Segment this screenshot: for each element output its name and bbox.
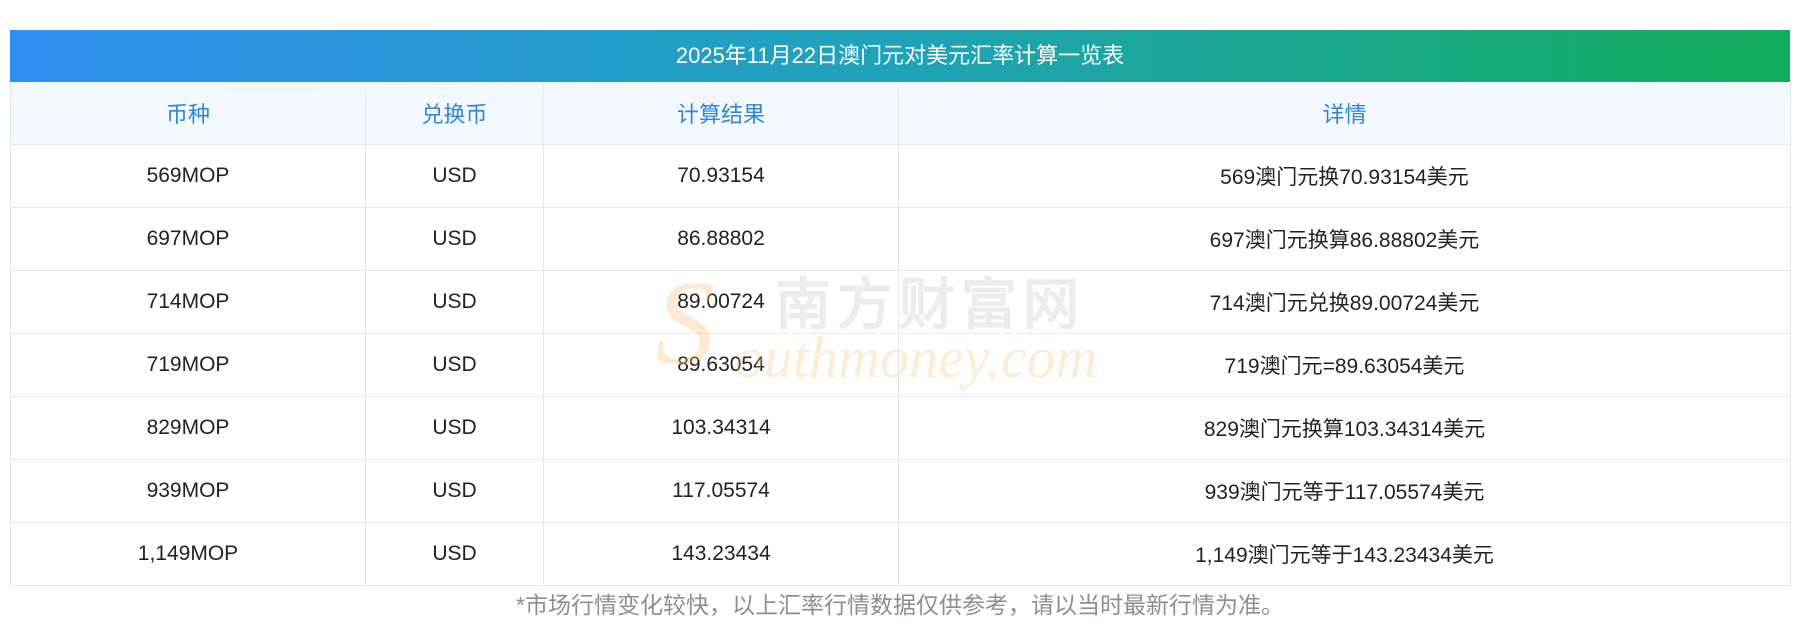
cell-result: 103.34314: [543, 396, 899, 460]
cell-currency: 939MOP: [10, 459, 366, 523]
cell-result: 89.00724: [543, 270, 899, 334]
table-row: 714MOP USD 89.00724 714澳门元兑换89.00724美元: [10, 270, 1791, 334]
exchange-table-container: 2025年11月22日澳门元对美元汇率计算一览表 币种 兑换币 计算结果 详情 …: [10, 30, 1791, 586]
cell-result: 70.93154: [543, 144, 899, 208]
cell-exchange-currency: USD: [365, 144, 544, 208]
table-title: 2025年11月22日澳门元对美元汇率计算一览表: [10, 30, 1790, 82]
cell-exchange-currency: USD: [365, 270, 544, 334]
table-row: 939MOP USD 117.05574 939澳门元等于117.05574美元: [10, 459, 1791, 523]
disclaimer-note: *市场行情变化较快，以上汇率行情数据仅供参考，请以当时最新行情为准。: [516, 592, 1284, 618]
cell-details: 569澳门元换70.93154美元: [898, 144, 1791, 208]
cell-currency: 697MOP: [10, 207, 366, 271]
cell-exchange-currency: USD: [365, 522, 544, 586]
cell-details: 697澳门元换算86.88802美元: [898, 207, 1791, 271]
cell-details: 1,149澳门元等于143.23434美元: [898, 522, 1791, 586]
cell-exchange-currency: USD: [365, 396, 544, 460]
exchange-rate-table: 币种 兑换币 计算结果 详情 569MOP USD 70.93154 569澳门…: [10, 82, 1791, 586]
table-row: 829MOP USD 103.34314 829澳门元换算103.34314美元: [10, 396, 1791, 460]
cell-exchange-currency: USD: [365, 333, 544, 397]
table-row: 719MOP USD 89.63054 719澳门元=89.63054美元: [10, 333, 1791, 397]
cell-details: 829澳门元换算103.34314美元: [898, 396, 1791, 460]
cell-result: 117.05574: [543, 459, 899, 523]
cell-details: 939澳门元等于117.05574美元: [898, 459, 1791, 523]
cell-currency: 569MOP: [10, 144, 366, 208]
cell-result: 86.88802: [543, 207, 899, 271]
table-row: 697MOP USD 86.88802 697澳门元换算86.88802美元: [10, 207, 1791, 271]
header-details: 详情: [898, 82, 1791, 145]
header-result: 计算结果: [543, 82, 899, 145]
table-header-row: 币种 兑换币 计算结果 详情: [10, 82, 1791, 145]
cell-exchange-currency: USD: [365, 207, 544, 271]
table-row: 569MOP USD 70.93154 569澳门元换70.93154美元: [10, 144, 1791, 208]
cell-result: 89.63054: [543, 333, 899, 397]
cell-currency: 1,149MOP: [10, 522, 366, 586]
cell-exchange-currency: USD: [365, 459, 544, 523]
header-currency: 币种: [10, 82, 366, 145]
cell-currency: 829MOP: [10, 396, 366, 460]
cell-details: 719澳门元=89.63054美元: [898, 333, 1791, 397]
header-exchange-currency: 兑换币: [365, 82, 544, 145]
cell-result: 143.23434: [543, 522, 899, 586]
cell-currency: 714MOP: [10, 270, 366, 334]
table-row: 1,149MOP USD 143.23434 1,149澳门元等于143.234…: [10, 522, 1791, 586]
cell-currency: 719MOP: [10, 333, 366, 397]
cell-details: 714澳门元兑换89.00724美元: [898, 270, 1791, 334]
